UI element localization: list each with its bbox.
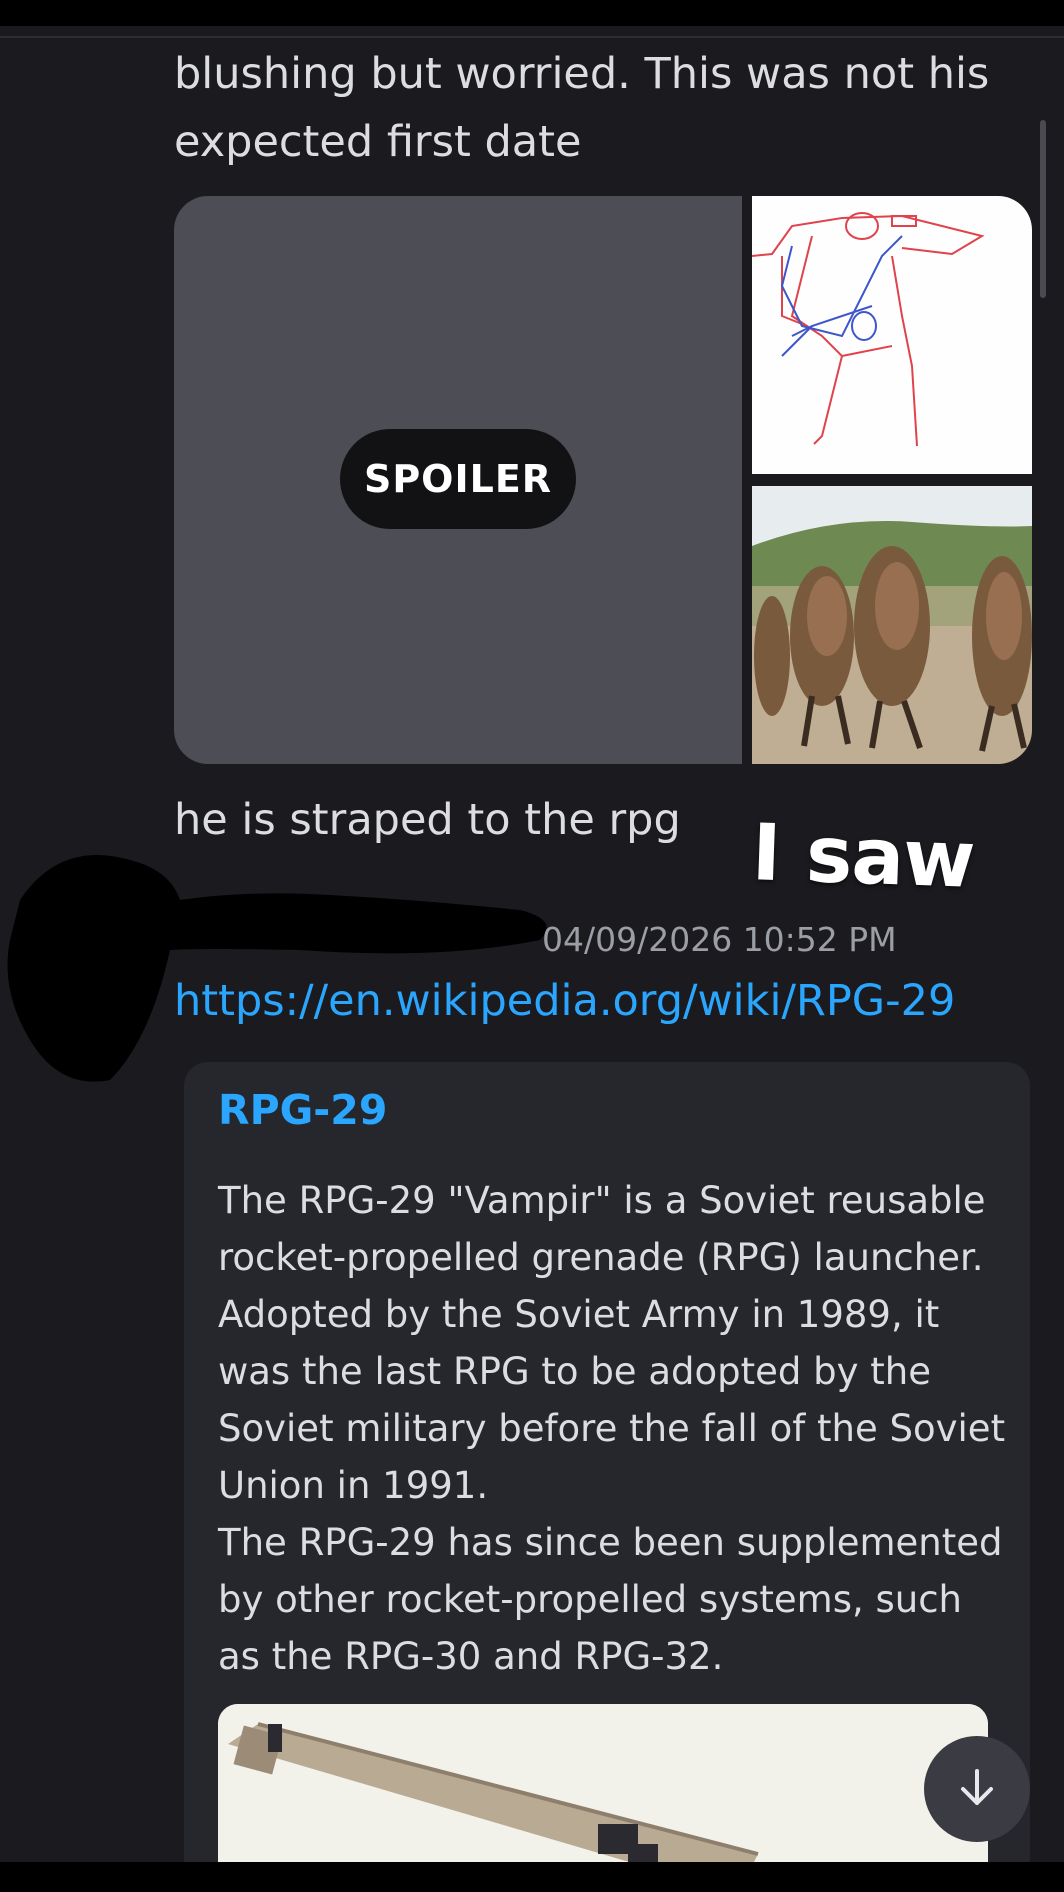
scroll-to-bottom-button[interactable] <box>924 1736 1030 1842</box>
arrow-down-icon <box>953 1763 1001 1815</box>
embed-paragraph-1: The RPG-29 "Vampir" is a Soviet reusable… <box>218 1179 1006 1507</box>
embed-paragraph-2: The RPG-29 has since been supplemented b… <box>218 1521 1003 1678</box>
message-text-line-1: blushing but worried. This was not his <box>174 49 990 99</box>
overlay-caption: I saw <box>750 808 976 906</box>
message-text-line-2: expected first date <box>174 117 582 167</box>
spoiler-image[interactable]: SPOILER <box>174 196 742 764</box>
redaction-scribble <box>7 855 547 1082</box>
spoiler-label: SPOILER <box>340 429 576 529</box>
navigation-bar <box>0 1862 1064 1892</box>
header-divider <box>0 36 1064 38</box>
soldiers-photo-attachment[interactable] <box>752 486 1032 764</box>
embed-thumbnail-image[interactable] <box>218 1704 988 1882</box>
wikipedia-link[interactable]: https://en.wikipedia.org/wiki/RPG-29 <box>174 976 955 1026</box>
message-timestamp: 04/09/2026 10:52 PM <box>542 920 897 959</box>
sketch-image-attachment[interactable] <box>752 196 1032 474</box>
link-embed-card: RPG-29 The RPG-29 "Vampir" is a Soviet r… <box>184 1062 1030 1882</box>
embed-description: The RPG-29 "Vampir" is a Soviet reusable… <box>218 1172 1008 1685</box>
status-bar <box>0 0 1064 26</box>
scrollbar-thumb[interactable] <box>1040 120 1046 298</box>
embed-title-link[interactable]: RPG-29 <box>218 1086 387 1134</box>
